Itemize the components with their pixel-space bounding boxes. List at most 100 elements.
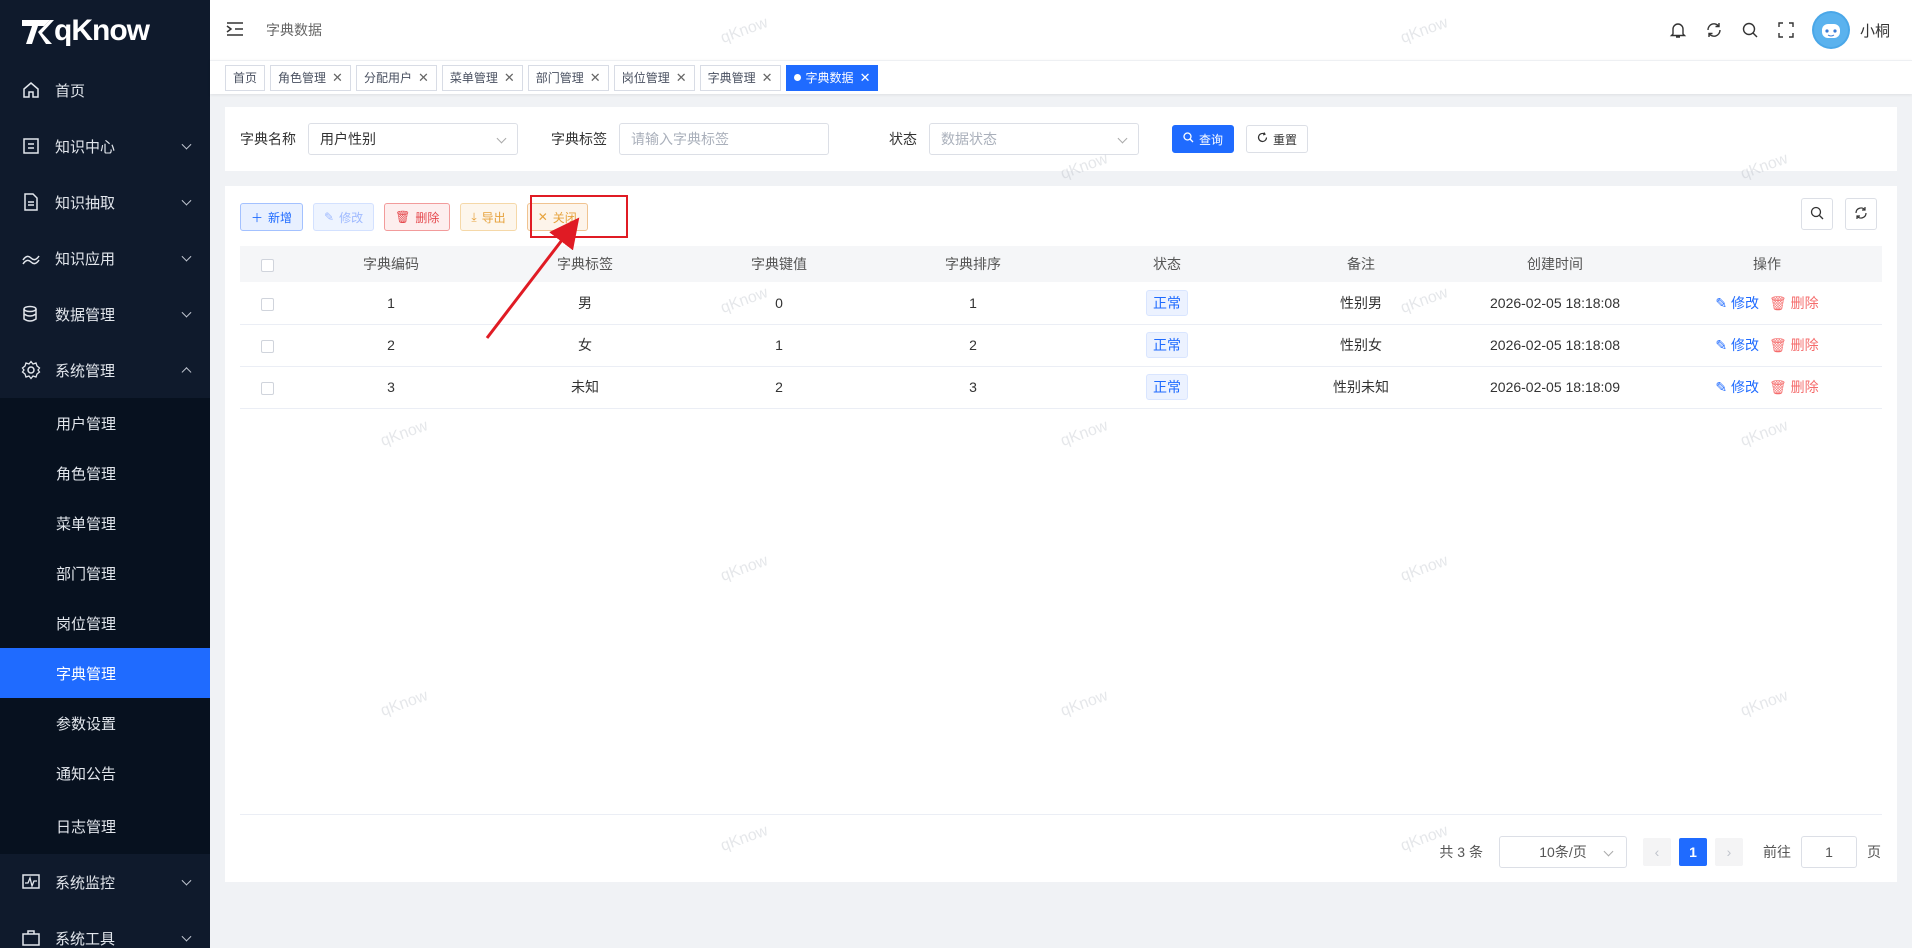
tag-dict[interactable]: 字典管理 ✕: [699, 64, 781, 91]
sidebar-subitem-menu[interactable]: 菜单管理: [0, 498, 210, 548]
close-icon[interactable]: ✕: [762, 71, 773, 84]
sidebar-item-label: 知识应用: [55, 250, 116, 268]
sidebar-subitem-post[interactable]: 岗位管理: [0, 598, 210, 648]
sidebar-item-knowledge-extract[interactable]: 知识抽取: [0, 174, 210, 230]
dict-name-value: 用户性别: [320, 131, 376, 147]
tag-dict-data[interactable]: 字典数据 ✕: [785, 64, 879, 91]
sidebar-subitem-config[interactable]: 参数设置: [0, 698, 210, 748]
search-icon[interactable]: [1740, 20, 1760, 40]
dict-label-input[interactable]: 请输入字典标签: [619, 123, 829, 155]
search-icon: [1183, 132, 1194, 146]
add-button[interactable]: ＋ 新增: [240, 203, 304, 231]
edit-icon: ✎: [324, 210, 335, 224]
close-icon[interactable]: ✕: [418, 71, 429, 84]
edit-label: 修改: [339, 210, 364, 225]
select-all-checkbox[interactable]: [260, 258, 274, 272]
row-edit-button[interactable]: ✎ 修改: [1715, 295, 1759, 311]
tag-dept[interactable]: 部门管理 ✕: [527, 64, 609, 91]
table-tools: [1801, 198, 1877, 230]
row-select-cell: [240, 324, 294, 367]
database-icon: [20, 303, 42, 325]
refresh-table-button[interactable]: [1845, 198, 1877, 230]
sidebar-item-monitor[interactable]: 系统监控: [0, 854, 210, 910]
sidebar-item-knowledge-app[interactable]: 知识应用: [0, 230, 210, 286]
page-size-select[interactable]: 10条/页: [1499, 836, 1627, 868]
dict-name-select[interactable]: 用户性别: [308, 123, 518, 155]
subitem-label: 日志管理: [56, 818, 117, 836]
export-button[interactable]: ⤓ 导出: [460, 203, 517, 231]
bell-icon[interactable]: [1668, 20, 1688, 40]
collapse-menu-icon[interactable]: [226, 21, 246, 40]
sidebar-item-tools[interactable]: 系统工具: [0, 910, 210, 948]
sidebar-subitem-dict[interactable]: 字典管理: [0, 648, 210, 698]
dict-label-placeholder: 请输入字典标签: [631, 131, 729, 147]
search-icon: [1810, 206, 1824, 223]
cell-sort: 2: [876, 324, 1070, 367]
refresh-icon[interactable]: [1704, 20, 1724, 40]
sidebar-subitem-dept[interactable]: 部门管理: [0, 548, 210, 598]
close-icon[interactable]: ✕: [590, 71, 601, 84]
sidebar-item-system[interactable]: 系统管理: [0, 342, 210, 398]
close-icon[interactable]: ✕: [332, 71, 343, 84]
cell-status: 正常: [1070, 282, 1264, 325]
cell-actions: ✎ 修改 🗑 删除: [1652, 366, 1882, 409]
cell-label: 未知: [488, 366, 682, 409]
prev-page-button[interactable]: ‹: [1643, 838, 1671, 866]
close-button[interactable]: ✕ 关闭: [526, 203, 588, 231]
row-delete-button[interactable]: 🗑 删除: [1769, 337, 1819, 353]
row-edit-button[interactable]: ✎ 修改: [1715, 379, 1759, 395]
tag-assign-user[interactable]: 分配用户 ✕: [355, 64, 437, 91]
row-checkbox[interactable]: [260, 381, 274, 395]
tag-menu[interactable]: 菜单管理 ✕: [441, 64, 523, 91]
username[interactable]: 小桐: [1860, 20, 1890, 41]
subitem-label: 部门管理: [56, 565, 117, 583]
avatar[interactable]: [1811, 11, 1850, 49]
row-delete-button[interactable]: 🗑 删除: [1769, 379, 1819, 395]
goto-page-input[interactable]: 1: [1801, 836, 1857, 868]
page-button[interactable]: 1: [1679, 838, 1707, 866]
table-row: 2 女 1 2 正常 性别女 2026-02-05 18:18:08 ✎ 修改 🗑…: [240, 324, 1882, 367]
toggle-search-button[interactable]: [1801, 198, 1833, 230]
row-edit-button[interactable]: ✎ 修改: [1715, 337, 1759, 353]
chevron-down-icon: [181, 251, 192, 262]
add-label: 新增: [268, 210, 293, 225]
row-checkbox[interactable]: [260, 339, 274, 353]
sidebar-subitem-user[interactable]: 用户管理: [0, 398, 210, 448]
active-dot-icon: [793, 74, 801, 81]
next-page-button[interactable]: ›: [1715, 838, 1743, 866]
fullscreen-icon[interactable]: [1776, 20, 1796, 40]
tag-label: 部门管理: [535, 71, 584, 85]
chevron-down-icon: [1603, 846, 1614, 857]
tag-home[interactable]: 首页: [225, 64, 266, 91]
tag-role[interactable]: 角色管理 ✕: [270, 64, 351, 91]
delete-button[interactable]: 🗑 删除: [384, 203, 451, 231]
chevron-down-icon: [181, 139, 192, 150]
cell-status: 正常: [1070, 366, 1264, 409]
row-delete-button[interactable]: 🗑 删除: [1769, 295, 1819, 311]
close-icon[interactable]: ✕: [676, 71, 687, 84]
status-select[interactable]: 数据状态: [929, 123, 1139, 155]
close-icon[interactable]: ✕: [860, 71, 871, 84]
sidebar-subitem-role[interactable]: 角色管理: [0, 448, 210, 498]
search-form: 字典名称 用户性别 字典标签 请输入字典标签 状态 数据状态 查询 重置: [225, 107, 1897, 171]
sidebar-subitem-notice[interactable]: 通知公告: [0, 748, 210, 798]
cell-remark: 性别未知: [1264, 366, 1458, 409]
query-button[interactable]: 查询: [1172, 125, 1235, 153]
sidebar-subitem-log[interactable]: 日志管理: [0, 798, 210, 854]
document-icon: [20, 191, 42, 213]
edit-button[interactable]: ✎ 修改: [313, 203, 375, 231]
tag-post[interactable]: 岗位管理 ✕: [613, 64, 695, 91]
row-checkbox[interactable]: [260, 297, 274, 311]
tag-label: 菜单管理: [449, 71, 498, 85]
cell-time: 2026-02-05 18:18:09: [1458, 366, 1652, 409]
header-value: 字典键值: [682, 246, 876, 282]
table-header-row: 字典编码 字典标签 字典键值 字典排序 状态 备注 创建时间 操作: [240, 246, 1882, 282]
reset-button[interactable]: 重置: [1246, 125, 1309, 153]
edit-op-label: 修改: [1730, 337, 1759, 353]
sidebar-item-data[interactable]: 数据管理: [0, 286, 210, 342]
chevron-right-icon: ›: [1726, 844, 1732, 860]
sidebar-item-knowledge-center[interactable]: 知识中心: [0, 118, 210, 174]
cell-label: 男: [488, 282, 682, 325]
close-icon[interactable]: ✕: [504, 71, 515, 84]
sidebar-item-home[interactable]: 首页: [0, 62, 210, 118]
